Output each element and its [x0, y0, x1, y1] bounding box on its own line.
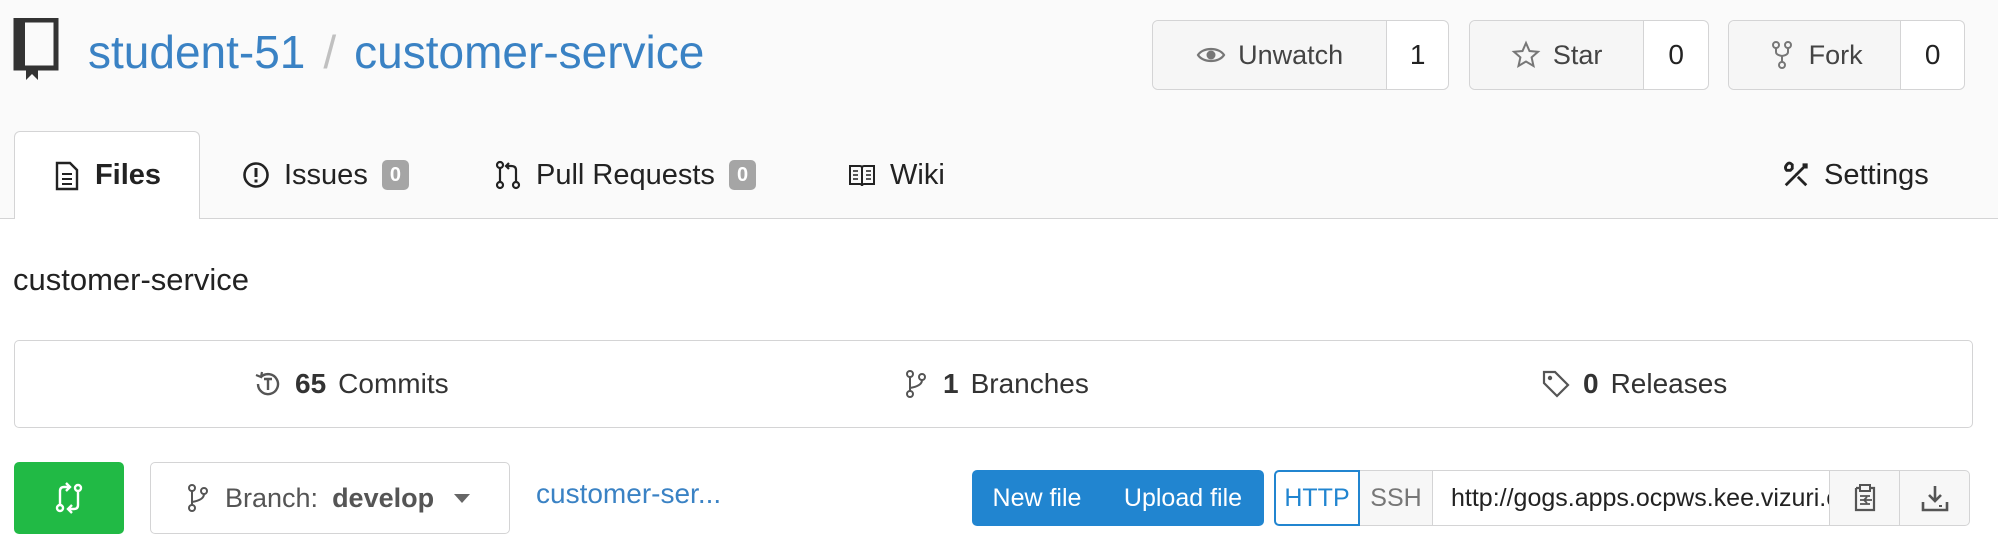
- tab-wiki[interactable]: Wiki: [848, 132, 945, 218]
- star-button[interactable]: Star: [1470, 21, 1645, 89]
- tag-icon: [1542, 370, 1570, 398]
- chevron-down-icon: [454, 493, 471, 503]
- pull-request-icon: [495, 160, 521, 190]
- branch-icon: [188, 484, 208, 512]
- repo-name-link[interactable]: customer-service: [354, 26, 704, 78]
- repo-title: student-51 / customer-service: [88, 22, 704, 82]
- branch-name: develop: [332, 482, 435, 513]
- fork-button-group: Fork 0: [1728, 20, 1965, 90]
- pull-requests-count-badge: 0: [728, 160, 757, 190]
- issues-count-badge: 0: [381, 160, 409, 190]
- tools-icon: [1784, 161, 1808, 187]
- new-file-button[interactable]: New file: [972, 470, 1102, 526]
- tab-settings-label: Settings: [1824, 158, 1929, 191]
- repo-path-link[interactable]: customer-ser...: [536, 478, 721, 510]
- unwatch-button[interactable]: Unwatch: [1153, 21, 1388, 89]
- forks-count[interactable]: 0: [1901, 21, 1964, 89]
- copy-url-button[interactable]: [1830, 470, 1900, 526]
- history-icon: [255, 371, 280, 396]
- fork-label: Fork: [1808, 39, 1863, 70]
- branch-icon: [906, 370, 926, 398]
- star-button-group: Star 0: [1469, 20, 1709, 90]
- branches-count: 1: [943, 368, 959, 399]
- repo-description: customer-service: [13, 262, 249, 297]
- upload-file-button[interactable]: Upload file: [1102, 470, 1264, 526]
- file-actions-group: New file Upload file: [972, 470, 1264, 526]
- tab-issues-label: Issues: [284, 158, 368, 191]
- download-icon: [1921, 486, 1948, 512]
- branches-label: Branches: [970, 368, 1089, 399]
- ssh-clone-button[interactable]: SSH: [1360, 470, 1433, 526]
- clone-url-input[interactable]: http://gogs.apps.ocpws.kee.vizuri.com/st…: [1433, 470, 1830, 526]
- releases-label: Releases: [1610, 368, 1728, 399]
- issue-icon: [243, 162, 269, 188]
- branch-prefix: Branch:: [225, 482, 319, 513]
- commits-count: 65: [295, 368, 327, 399]
- releases-stat[interactable]: 0 Releases: [1541, 341, 1727, 427]
- tab-issues[interactable]: Issues 0: [242, 132, 409, 218]
- tab-wiki-label: Wiki: [890, 158, 945, 191]
- compare-arrows-icon: [55, 482, 83, 514]
- branches-stat[interactable]: 1 Branches: [901, 341, 1089, 427]
- branch-dropdown[interactable]: Branch: develop: [150, 462, 510, 534]
- star-icon: [1511, 40, 1541, 69]
- tab-files[interactable]: Files: [14, 131, 200, 219]
- star-label: Star: [1552, 39, 1603, 70]
- tab-files-label: Files: [94, 159, 162, 191]
- compare-button[interactable]: [14, 462, 124, 534]
- http-clone-button[interactable]: HTTP: [1274, 470, 1360, 526]
- clipboard-icon: [1854, 484, 1875, 512]
- releases-count: 0: [1583, 368, 1599, 399]
- repo-owner-link[interactable]: student-51: [88, 26, 305, 78]
- commits-stat[interactable]: 65 Commits: [253, 341, 449, 427]
- eye-icon: [1196, 47, 1226, 63]
- fork-button[interactable]: Fork: [1729, 21, 1902, 89]
- repo-book-icon: [13, 18, 59, 80]
- watch-button-group: Unwatch 1: [1152, 20, 1449, 90]
- tab-settings[interactable]: Settings: [1782, 132, 1929, 218]
- stars-count[interactable]: 0: [1644, 21, 1708, 89]
- download-button[interactable]: [1900, 470, 1970, 526]
- commits-label: Commits: [338, 368, 449, 399]
- repo-stats-bar: 65 Commits 1 Branches 0 Releases: [14, 340, 1973, 428]
- file-text-icon: [55, 161, 79, 190]
- watchers-count[interactable]: 1: [1387, 21, 1448, 89]
- fork-icon: [1771, 41, 1792, 69]
- repo-title-separator: /: [323, 26, 337, 78]
- unwatch-label: Unwatch: [1238, 39, 1344, 70]
- clone-url-group: HTTP SSH http://gogs.apps.ocpws.kee.vizu…: [1274, 470, 1971, 526]
- tab-pull-requests-label: Pull Requests: [536, 158, 715, 191]
- tab-pull-requests[interactable]: Pull Requests 0: [494, 132, 757, 218]
- book-icon: [849, 165, 875, 187]
